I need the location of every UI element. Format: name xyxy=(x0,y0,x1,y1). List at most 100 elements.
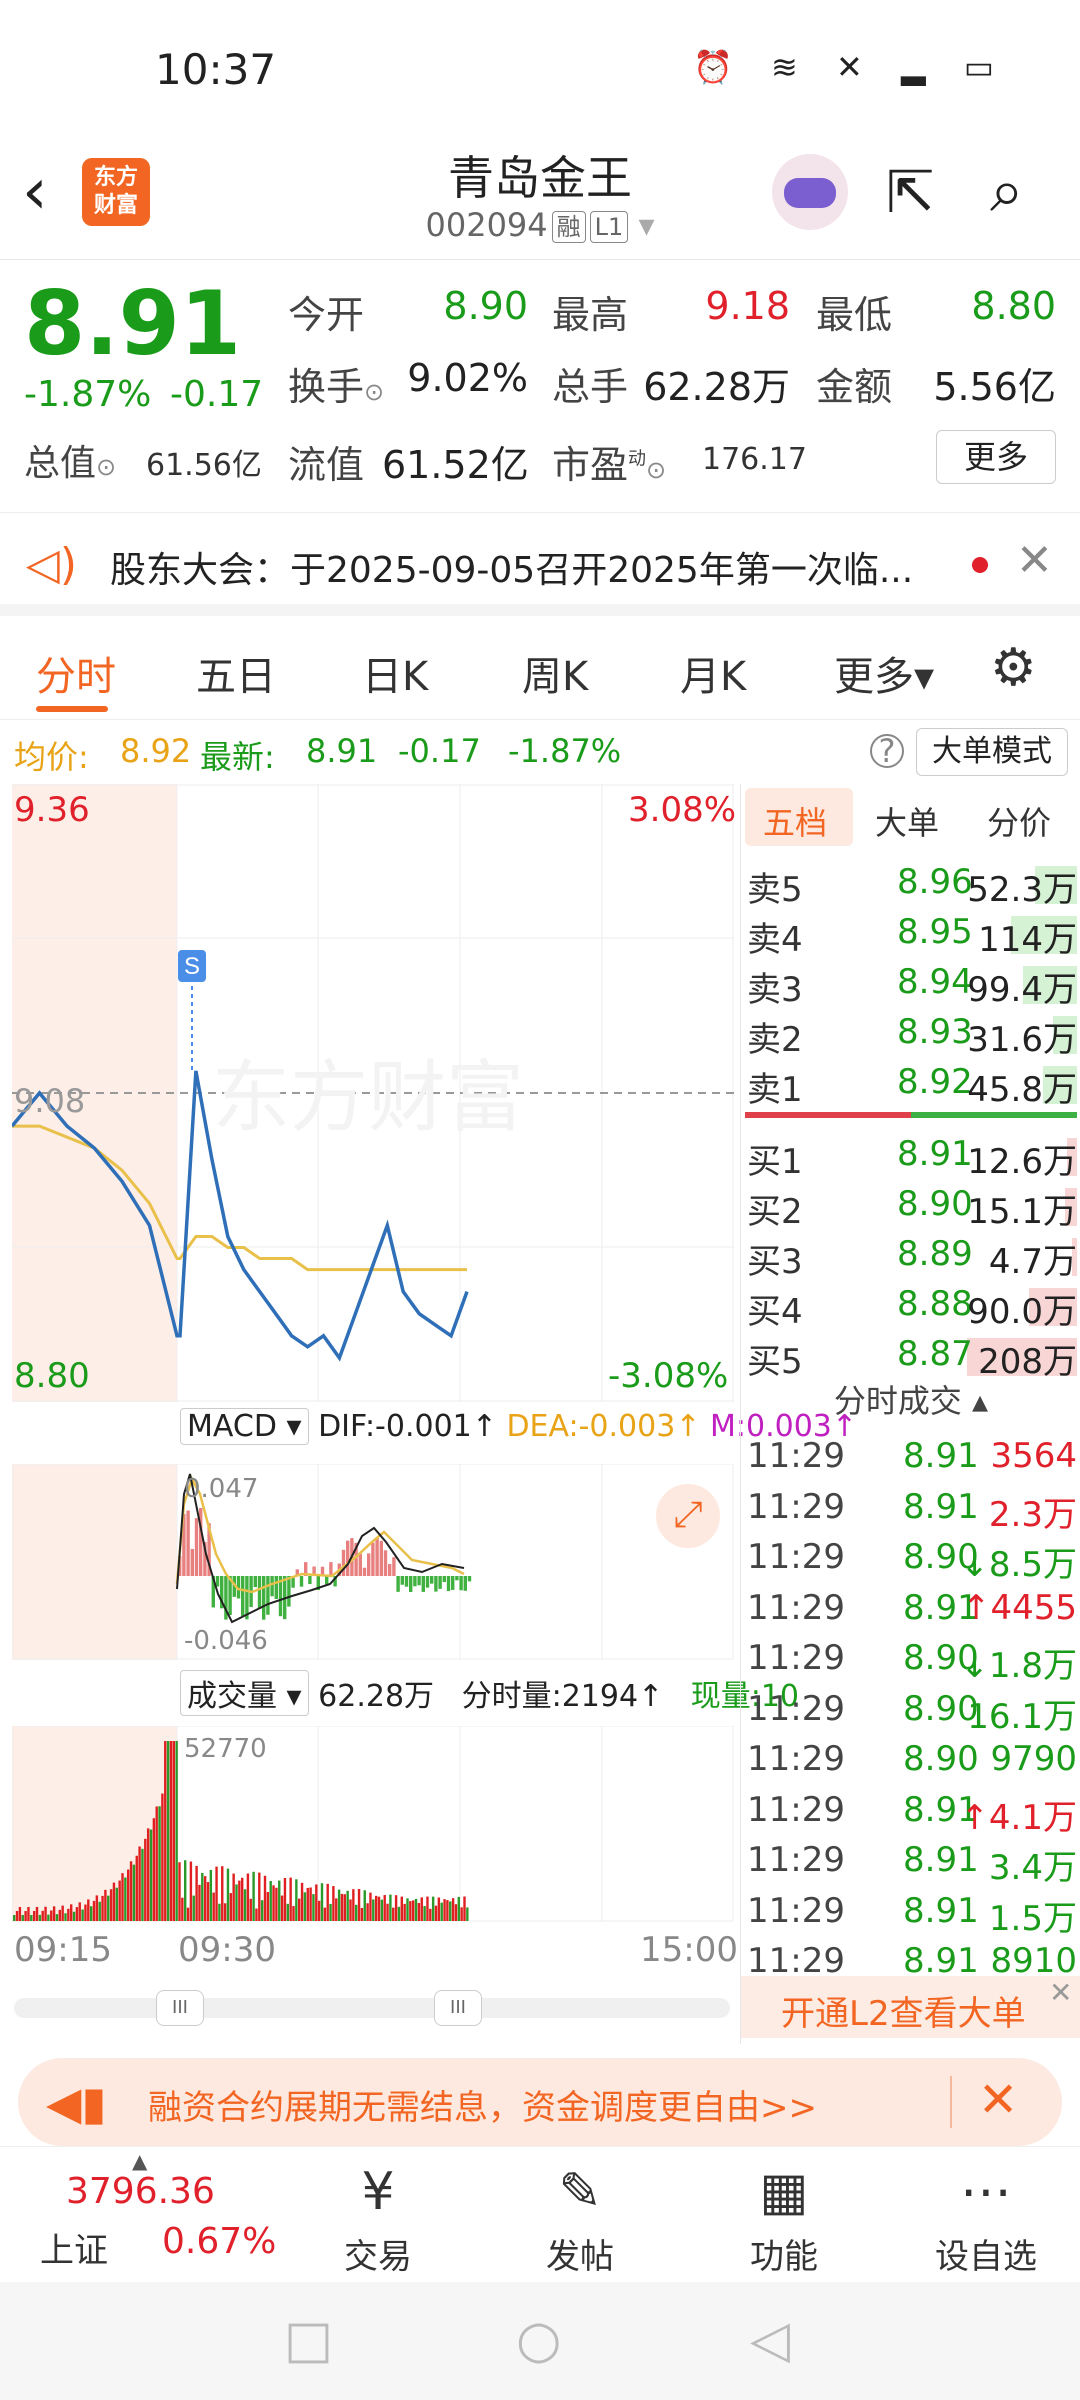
nav-trade[interactable]: ¥ 交易 xyxy=(308,2161,448,2278)
macd-bar xyxy=(434,1576,438,1592)
buy-level-row[interactable]: 买5 8.87 208万 xyxy=(747,1330,1077,1382)
share-icon[interactable]: ⇱ xyxy=(886,158,935,226)
announcement-text[interactable]: 股东大会：于2025-09-05召开2025年第一次临... xyxy=(110,541,940,593)
tab-weekly-k[interactable]: 周K xyxy=(522,644,588,702)
macd-selector[interactable]: MACD ▾ xyxy=(180,1408,309,1445)
volume-bar xyxy=(235,1884,238,1921)
latest-percent: -1.87% xyxy=(508,732,622,770)
nav-add-watchlist[interactable]: ⋯ 设自选 xyxy=(916,2161,1056,2278)
tab-monthly-k[interactable]: 月K xyxy=(680,644,746,702)
scroll-handle-left[interactable]: III xyxy=(156,1990,204,2026)
macd-bar xyxy=(329,1562,333,1576)
volume-selector[interactable]: 成交量 ▾ xyxy=(180,1670,309,1716)
tab-five-levels[interactable]: 五档 xyxy=(763,798,827,844)
tab-daily-k[interactable]: 日K xyxy=(362,644,428,702)
volume-bar xyxy=(21,1914,24,1921)
tab-five-day[interactable]: 五日 xyxy=(196,644,276,702)
volume-bar xyxy=(355,1904,358,1921)
sell-level-label: 卖2 xyxy=(747,1020,803,1060)
change-amount: -0.17 xyxy=(170,374,264,415)
home-icon[interactable]: ○ xyxy=(516,2310,561,2370)
buy-level-price: 8.90 xyxy=(897,1184,973,1224)
macd-chart[interactable] xyxy=(12,1464,734,1660)
l2-upgrade-text[interactable]: 开通L2查看大单 xyxy=(781,1986,1026,2035)
macd-bar xyxy=(379,1540,383,1576)
volume-bar xyxy=(306,1887,309,1921)
trade-volume: 16.1万 xyxy=(967,1696,1077,1737)
buy-level-price: 8.88 xyxy=(897,1284,973,1324)
sell-level-row[interactable]: 卖3 8.94 99.4万 xyxy=(747,958,1077,1010)
macd-bar xyxy=(257,1576,262,1609)
volume-chart[interactable] xyxy=(12,1726,734,1922)
volume-bar xyxy=(155,1806,158,1921)
status-time: 10:37 xyxy=(155,45,277,94)
nav-post[interactable]: ✎ 发帖 xyxy=(510,2161,650,2278)
tab-big-orders[interactable]: 大单 xyxy=(875,798,939,844)
index-value[interactable]: 3796.36 xyxy=(66,2171,215,2212)
macd-bar xyxy=(325,1576,329,1585)
close-icon[interactable]: ✕ xyxy=(978,2072,1018,2128)
macd-bar xyxy=(194,1518,199,1576)
buy-level-row[interactable]: 买3 8.89 4.7万 xyxy=(747,1230,1077,1282)
gear-icon[interactable]: ⚙ xyxy=(990,638,1037,698)
help-icon[interactable]: ? xyxy=(870,734,904,768)
grid-icon: ▦ xyxy=(759,2162,809,2222)
announcement-bar[interactable]: ◁) 股东大会：于2025-09-05召开2025年第一次临... ✕ xyxy=(0,512,1080,616)
price-chart[interactable]: 东方财富 S xyxy=(12,784,734,1402)
volume-bar xyxy=(460,1907,463,1921)
macd-dif: DIF:-0.001↑ xyxy=(318,1409,497,1444)
volume-bar xyxy=(64,1913,67,1921)
volume-bar xyxy=(380,1899,384,1921)
sell-level-label: 卖4 xyxy=(747,920,803,960)
tab-intraday[interactable]: 分时 xyxy=(36,644,116,702)
sell-level-row[interactable]: 卖1 8.92 45.8万 xyxy=(747,1058,1077,1110)
sell-level-row[interactable]: 卖5 8.96 52.3万 xyxy=(747,858,1077,910)
buy-level-row[interactable]: 买4 8.88 90.0万 xyxy=(747,1280,1077,1332)
volume-bar xyxy=(278,1880,281,1921)
recent-apps-icon[interactable]: □ xyxy=(284,2310,333,2370)
volume-bar xyxy=(340,1893,344,1921)
scroll-handle-right[interactable]: III xyxy=(434,1990,482,2026)
back-nav-icon[interactable]: ◁ xyxy=(750,2310,790,2370)
trade-row: 11:29 8.90 ↓1.8万 xyxy=(747,1634,1077,1686)
volume-bar xyxy=(323,1907,327,1921)
trade-time: 11:29 xyxy=(747,1436,845,1476)
macd-bar xyxy=(367,1553,371,1576)
turnover-value: 9.02% xyxy=(407,356,528,400)
buy-level-row[interactable]: 买1 8.91 12.6万 xyxy=(747,1130,1077,1182)
nav-functions[interactable]: ▦ 功能 xyxy=(714,2161,854,2278)
volume-bar xyxy=(81,1909,84,1921)
volume-bar xyxy=(283,1877,287,1921)
more-button[interactable]: 更多 xyxy=(936,430,1056,484)
tab-more[interactable]: 更多▾ xyxy=(834,644,934,702)
volume-bar xyxy=(363,1890,366,1921)
promo-text[interactable]: 融资合约展期无需结息，资金调度更自由>> xyxy=(148,2080,817,2129)
index-percent[interactable]: 0.67% xyxy=(162,2221,276,2262)
close-icon[interactable]: ✕ xyxy=(1016,535,1053,586)
sell-level-row[interactable]: 卖4 8.95 114万 xyxy=(747,908,1077,960)
macd-dea: DEA:-0.003↑ xyxy=(506,1409,701,1444)
big-order-mode-button[interactable]: 大单模式 xyxy=(916,728,1068,776)
macd-bar xyxy=(270,1576,274,1597)
sell-level-row[interactable]: 卖2 8.93 31.6万 xyxy=(747,1008,1077,1060)
assistant-robot-icon[interactable] xyxy=(772,154,848,230)
index-name[interactable]: 上证 xyxy=(40,2223,108,2272)
buy-level-volume: 208万 xyxy=(978,1342,1077,1382)
volume-bar xyxy=(337,1889,341,1921)
volume-bar xyxy=(27,1906,30,1921)
expand-icon[interactable]: ⤢ xyxy=(656,1484,720,1548)
margin-tag: 融 xyxy=(551,211,586,243)
volume-bar xyxy=(454,1904,458,1921)
chart-scrollbar[interactable]: III III xyxy=(14,1990,730,2026)
promo-banner[interactable]: ◀▮ 融资合约展期无需结息，资金调度更自由>> ✕ xyxy=(18,2058,1062,2146)
search-icon[interactable]: ⌕ xyxy=(990,156,1024,226)
buy-level-row[interactable]: 买2 8.90 15.1万 xyxy=(747,1180,1077,1232)
volume-bar xyxy=(178,1862,181,1921)
trade-row: 11:29 8.91 ↑4.1万 xyxy=(747,1786,1077,1838)
volume-bar xyxy=(440,1902,443,1921)
volume-bar xyxy=(24,1910,27,1921)
volume-bar xyxy=(383,1895,386,1921)
volume-bar xyxy=(335,1898,338,1921)
volume-bar xyxy=(98,1901,101,1921)
tab-price-distribution[interactable]: 分价 xyxy=(987,798,1051,844)
